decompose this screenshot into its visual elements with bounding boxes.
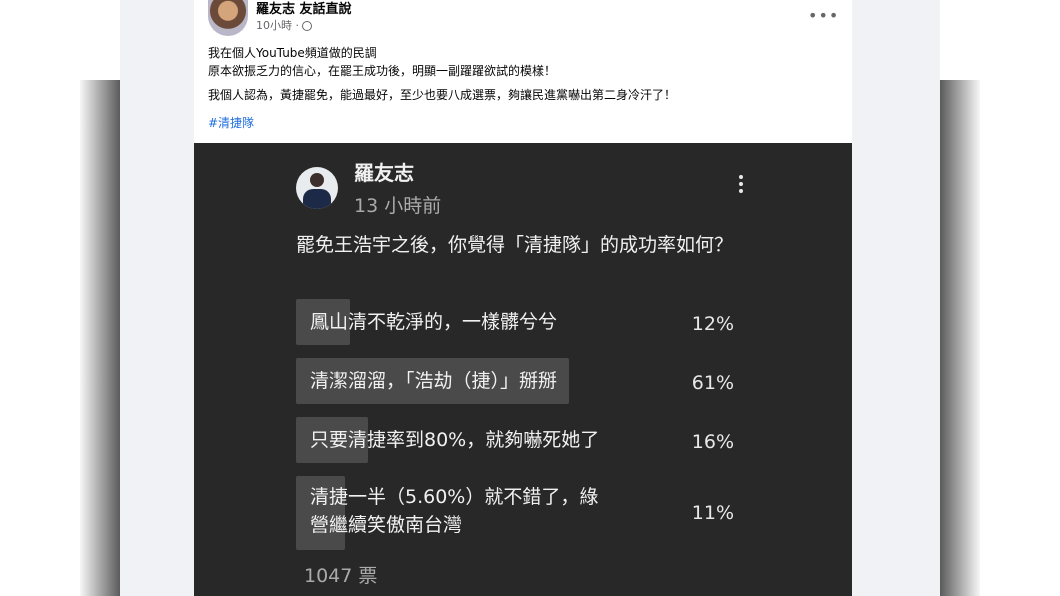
poll-option-label: 清捷一半（5.60%）就不錯了，綠 — [310, 486, 599, 508]
poll-option: 清潔溜溜，「浩劫（捷）」掰掰 61% — [296, 358, 744, 404]
post-time[interactable]: 10小時 — [256, 19, 292, 32]
globe-icon — [302, 21, 312, 31]
more-options-icon[interactable]: ••• — [808, 6, 839, 25]
post-body: 我在個人YouTube頻道做的民調 原本欲振乏力的信心，在罷王成功後，明顯一副躍… — [208, 44, 848, 104]
channel-name: 羅友志 — [354, 161, 414, 185]
left-shadow — [80, 80, 120, 596]
poll-option-label: 清潔溜溜，「浩劫（捷）」掰掰 — [310, 370, 558, 392]
poll-option-label: 只要清捷率到80%，就夠嚇死她了 — [310, 429, 600, 451]
post-text-line: 原本欲振乏力的信心，在罷王成功後，明顯一副躍躍欲試的模樣！ — [208, 64, 557, 78]
poll-screenshot: 羅友志 13 小時前 罷免王浩宇之後，你覺得「清捷隊」的成功率如何？ 鳳山清不乾… — [194, 143, 852, 596]
poll-option-label: 營繼續笑傲南台灣 — [310, 514, 463, 536]
post-author[interactable]: 羅友志 友話直說 — [256, 0, 352, 17]
channel-avatar — [296, 167, 338, 209]
poll-option: 鳳山清不乾淨的，一樣髒兮兮 12% — [296, 299, 744, 345]
poll-time: 13 小時前 — [354, 195, 442, 217]
right-shadow — [940, 80, 980, 596]
vote-count: 1047 票 — [304, 565, 378, 587]
poll-option: 只要清捷率到80%，就夠嚇死她了 16% — [296, 417, 744, 463]
poll-option-percent: 61% — [691, 372, 734, 394]
post-meta: 10小時 · — [256, 17, 312, 33]
kebab-menu-icon — [739, 175, 745, 196]
post-text-line: 我在個人YouTube頻道做的民調 — [208, 46, 377, 60]
poll-option-percent: 11% — [691, 502, 734, 524]
poll-option: 清捷一半（5.60%）就不錯了，綠 營繼續笑傲南台灣 11% — [296, 476, 744, 550]
poll-question: 罷免王浩宇之後，你覺得「清捷隊」的成功率如何？ — [296, 234, 734, 256]
poll-option-percent: 16% — [691, 431, 734, 453]
poll-option-percent: 12% — [691, 313, 734, 335]
poll-option-label: 鳳山清不乾淨的，一樣髒兮兮 — [310, 311, 558, 333]
hashtag-link[interactable]: #清捷隊 — [208, 114, 254, 131]
post-text-line: 我個人認為，黃捷罷免，能過最好，至少也要八成選票，夠讓民進黨嚇出第二身冷汗了！ — [208, 88, 677, 102]
